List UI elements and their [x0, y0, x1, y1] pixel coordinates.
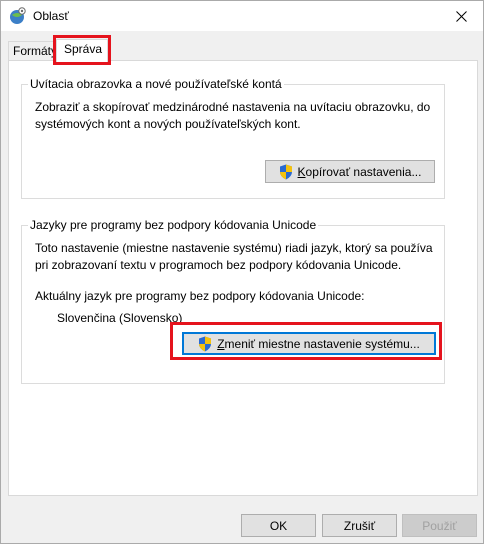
change-system-locale-button[interactable]: Zmeniť miestne nastavenie systému...: [182, 332, 436, 355]
current-language-value: Slovenčina (Slovensko): [57, 311, 183, 325]
uac-shield-icon: [279, 164, 292, 179]
region-dialog: Oblasť Formáty Správa Uvítacia obrazovka…: [0, 0, 484, 544]
globe-region-icon: [10, 7, 26, 24]
close-icon: [455, 10, 467, 22]
change-locale-label: Zmeniť miestne nastavenie systému...: [217, 336, 420, 351]
welcome-group-description: Zobraziť a skopírovať medzinárodné nasta…: [35, 100, 431, 131]
ok-button[interactable]: OK: [241, 514, 316, 537]
apply-button[interactable]: Použiť: [402, 514, 477, 537]
window-title: Oblasť: [33, 9, 69, 23]
title-bar: Oblasť: [1, 1, 483, 31]
non-unicode-description: Toto nastavenie (miestne nastavenie syst…: [35, 241, 433, 272]
non-unicode-group: Jazyky pre programy bez podpory kódovani…: [21, 218, 445, 384]
tab-sprava[interactable]: Správa: [56, 39, 108, 62]
tab-strip: Formáty Správa: [8, 39, 478, 62]
welcome-screen-group: Uvítacia obrazovka a nové používateľské …: [21, 77, 445, 199]
cancel-button[interactable]: Zrušiť: [322, 514, 397, 537]
copy-settings-button[interactable]: Kopírovať nastavenia...: [265, 160, 435, 183]
uac-shield-icon: [199, 336, 212, 351]
non-unicode-group-legend: Jazyky pre programy bez podpory kódovani…: [28, 218, 319, 232]
current-language-label: Aktuálny jazyk pre programy bez podpory …: [35, 289, 365, 303]
administration-panel: Uvítacia obrazovka a nové používateľské …: [8, 60, 478, 496]
tab-formaty[interactable]: Formáty: [8, 41, 57, 61]
close-button[interactable]: [439, 1, 483, 31]
copy-settings-label: Kopírovať nastavenia...: [297, 164, 422, 179]
welcome-group-legend: Uvítacia obrazovka a nové používateľské …: [28, 77, 284, 91]
